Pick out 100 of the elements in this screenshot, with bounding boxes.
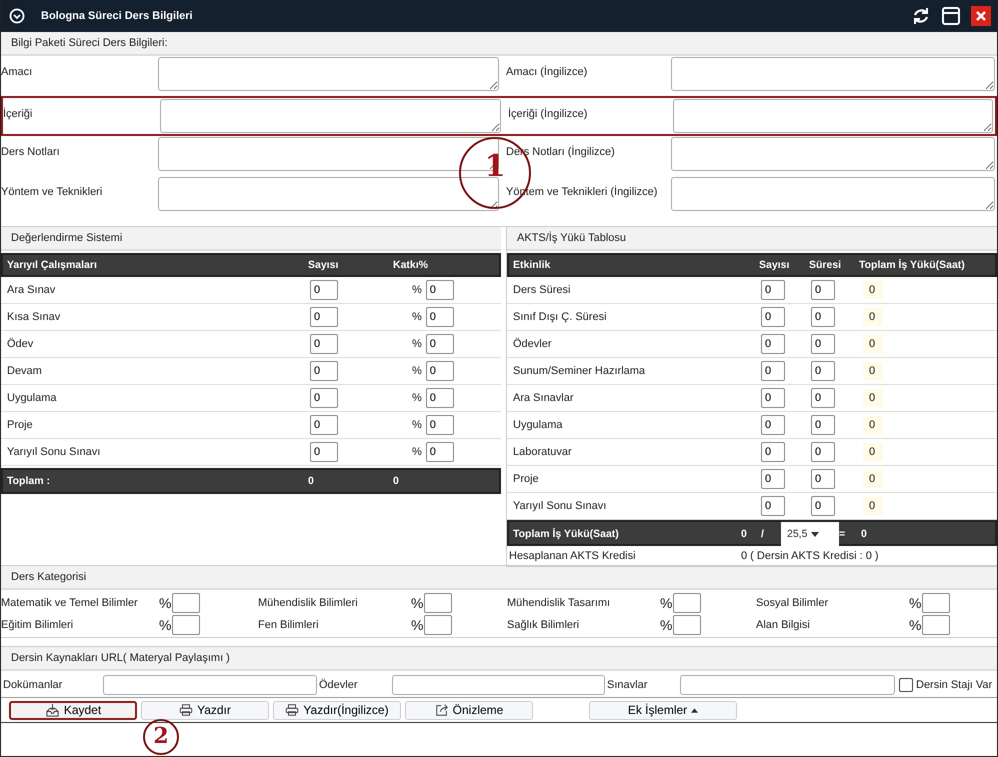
percent-sign: % (411, 617, 424, 633)
url-field[interactable] (680, 675, 895, 695)
column-header: Sayısı (308, 259, 340, 271)
url-field[interactable] (103, 675, 317, 695)
total-value: 0 (393, 475, 400, 487)
number-field[interactable]: 0 (811, 469, 835, 489)
number-field[interactable]: 0 (761, 496, 785, 516)
percent-sign: % (411, 392, 422, 404)
checkbox[interactable] (899, 678, 913, 692)
percent-sign: % (411, 365, 422, 377)
number-field[interactable]: 0 (426, 334, 454, 354)
total-label: Toplam : (6, 475, 51, 487)
field-label: Ödevler (318, 679, 359, 691)
url-field[interactable] (392, 675, 605, 695)
field-label: Sınavlar (606, 679, 648, 691)
field-label: İçeriği (3, 106, 34, 120)
number-field[interactable]: 0 (310, 307, 338, 327)
callout-circle: 2 (143, 719, 179, 755)
percent-sign: % (660, 595, 672, 611)
number-field[interactable]: 0 (811, 307, 835, 327)
column-header: Sayısı (759, 259, 790, 271)
number-field[interactable]: 0 (310, 415, 338, 435)
table-cell-text: Ara Sınav (6, 284, 56, 296)
equals-sign: = (839, 528, 846, 540)
category-label: Mühendislik Tasarımı (506, 597, 612, 609)
percent-sign: % (411, 338, 422, 350)
number-field[interactable]: 0 (811, 334, 835, 354)
percent-sign: % (660, 617, 672, 633)
table-cell: 0 (863, 416, 884, 434)
text-area[interactable] (671, 137, 995, 171)
number-field[interactable]: 0 (811, 361, 835, 381)
number-field[interactable]: 0 (310, 361, 338, 381)
table-cell: 0 (863, 335, 884, 353)
section-title: Değerlendirme Sistemi (11, 232, 122, 244)
percent-sign: % (909, 595, 922, 611)
factor-dropdown[interactable]: 25,5 (781, 522, 839, 546)
percent-field[interactable] (424, 615, 452, 635)
number-field[interactable]: 0 (761, 442, 785, 462)
number-field[interactable]: 0 (310, 280, 338, 300)
number-field[interactable]: 0 (761, 361, 785, 381)
maximize-icon[interactable] (941, 6, 961, 26)
section-title: AKTS/İş Yükü Tablosu (517, 232, 626, 244)
print-button[interactable]: Yazdır(İngilizce) (273, 700, 401, 720)
percent-field[interactable] (922, 593, 950, 613)
collapse-icon[interactable] (9, 8, 25, 24)
text-area[interactable] (158, 177, 499, 211)
text-area[interactable] (160, 99, 501, 133)
number-field[interactable]: 0 (811, 496, 835, 516)
text-area[interactable] (671, 177, 995, 211)
column-header: Yarıyıl Çalışmaları (6, 259, 98, 271)
number-field[interactable]: 0 (761, 415, 785, 435)
table-cell-text: Proje (6, 419, 34, 431)
percent-sign: % (159, 595, 172, 611)
text-area[interactable] (673, 99, 993, 133)
table-cell-text: Sınıf Dışı Ç. Süresi (512, 311, 608, 323)
close-icon[interactable] (971, 6, 991, 26)
table-cell-text: Uygulama (6, 392, 58, 404)
percent-field[interactable] (172, 615, 200, 635)
percent-field[interactable] (922, 615, 950, 635)
number-field[interactable]: 0 (426, 361, 454, 381)
table-cell-text: Ödev (6, 338, 34, 350)
field-label: Amacı (İngilizce) (505, 64, 588, 78)
number-field[interactable]: 0 (761, 280, 785, 300)
number-field[interactable]: 0 (426, 280, 454, 300)
number-field[interactable]: 0 (310, 442, 338, 462)
column-header: Etkinlik (512, 259, 552, 271)
number-field[interactable]: 0 (811, 280, 835, 300)
save-button[interactable]: Kaydet (9, 700, 137, 720)
percent-field[interactable] (424, 593, 452, 613)
refresh-icon[interactable] (911, 6, 931, 26)
section-title: Bilgi Paketi Süreci Ders Bilgileri: (11, 37, 168, 49)
number-field[interactable]: 0 (761, 307, 785, 327)
percent-field[interactable] (673, 615, 702, 635)
number-field[interactable]: 0 (426, 442, 454, 462)
number-field[interactable]: 0 (761, 334, 785, 354)
number-field[interactable]: 0 (811, 442, 835, 462)
number-field[interactable]: 0 (426, 388, 454, 408)
menu-button[interactable]: Ek İşlemler (589, 700, 737, 720)
field-label: İçeriği (İngilizce) (507, 106, 588, 120)
number-field[interactable]: 0 (426, 307, 454, 327)
category-label: Mühendislik Bilimleri (257, 597, 359, 609)
number-field[interactable]: 0 (811, 415, 835, 435)
category-label: Eğitim Bilimleri (1, 619, 74, 631)
category-label: Alan Bilgisi (755, 619, 811, 631)
number-field[interactable]: 0 (310, 334, 338, 354)
number-field[interactable]: 0 (426, 415, 454, 435)
table-cell: 0 (863, 389, 884, 407)
number-field[interactable]: 0 (761, 469, 785, 489)
table-cell-text: Uygulama (512, 419, 564, 431)
table-cell: 0 (863, 470, 884, 488)
preview-button[interactable]: Önizleme (405, 700, 533, 720)
number-field[interactable]: 0 (811, 388, 835, 408)
percent-field[interactable] (673, 593, 702, 613)
number-field[interactable]: 0 (761, 388, 785, 408)
text-area[interactable] (671, 57, 995, 91)
category-label: Sosyal Bilimler (755, 597, 830, 609)
print-button[interactable]: Yazdır (141, 700, 269, 720)
text-area[interactable] (158, 57, 499, 91)
number-field[interactable]: 0 (310, 388, 338, 408)
percent-field[interactable] (172, 593, 200, 613)
